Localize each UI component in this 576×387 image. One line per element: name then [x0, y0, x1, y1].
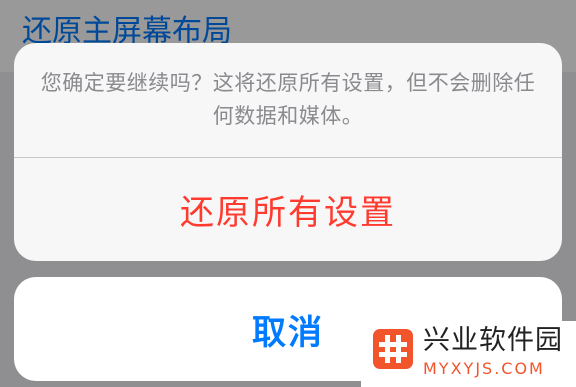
reset-all-settings-label: 还原所有设置: [180, 193, 396, 233]
watermark-url: MYXYJS.COM: [423, 359, 545, 378]
action-sheet: 您确定要继续吗？这将还原所有设置，但不会删除任何数据和媒体。 还原所有设置: [14, 43, 562, 261]
reset-all-settings-button[interactable]: 还原所有设置: [14, 158, 562, 261]
action-sheet-message: 您确定要继续吗？这将还原所有设置，但不会删除任何数据和媒体。: [14, 43, 562, 157]
hash-icon: [373, 329, 413, 369]
watermark-title: 兴业软件园: [423, 325, 563, 356]
cancel-label: 取消: [252, 312, 324, 353]
action-sheet-message-text: 您确定要继续吗？这将还原所有设置，但不会删除任何数据和媒体。: [40, 71, 536, 128]
watermark: 兴业软件园 MYXYJS.COM: [361, 321, 576, 387]
